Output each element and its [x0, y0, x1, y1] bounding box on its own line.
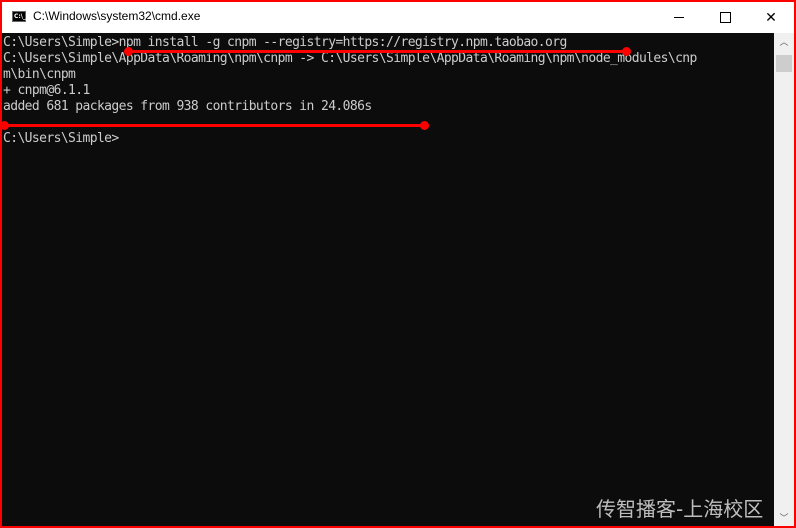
scroll-down-button[interactable]: ﹀ [774, 509, 794, 526]
cmd-icon-label: C:\_ [14, 13, 26, 20]
command-underline-annotation [128, 50, 626, 53]
cmd-window: C:\_ C:\Windows\system32\cmd.exe ✕ C:\Us… [2, 2, 794, 526]
minimize-button[interactable] [656, 2, 702, 33]
console-line: C:\Users\Simple>npm install -g cnpm --re… [3, 35, 567, 50]
close-icon: ✕ [765, 9, 777, 26]
annotation-dot-start [124, 47, 133, 56]
cmd-icon[interactable]: C:\_ [12, 11, 26, 22]
maximize-icon [719, 12, 731, 23]
scroll-up-button[interactable]: ︿ [774, 33, 794, 50]
window-title: C:\Windows\system32\cmd.exe [33, 9, 201, 23]
title-bar[interactable]: C:\_ C:\Windows\system32\cmd.exe ✕ [2, 2, 794, 33]
watermark-text: 传智播客-上海校区 [596, 497, 764, 521]
console-line: + cnpm@6.1.1 [3, 83, 90, 98]
console-line: C:\Users\Simple\AppData\Roaming\npm\cnpm… [3, 51, 697, 66]
close-button[interactable]: ✕ [748, 2, 794, 33]
annotation-dot-start [0, 121, 9, 130]
minimize-icon [674, 17, 684, 18]
separator-annotation [2, 124, 424, 127]
console-output[interactable]: C:\Users\Simple>npm install -g cnpm --re… [2, 33, 774, 526]
chevron-up-icon: ︿ [779, 38, 789, 48]
annotation-dot-end [622, 47, 631, 56]
chevron-down-icon: ﹀ [779, 514, 789, 524]
vertical-scrollbar[interactable]: ︿ ﹀ [774, 33, 794, 526]
console-line: m\bin\cnpm [3, 67, 76, 82]
annotation-dot-end [420, 121, 429, 130]
console-line: added 681 packages from 938 contributors… [3, 99, 372, 114]
console-prompt: C:\Users\Simple> [3, 131, 119, 146]
maximize-button[interactable] [702, 2, 748, 33]
scroll-thumb[interactable] [776, 55, 792, 72]
